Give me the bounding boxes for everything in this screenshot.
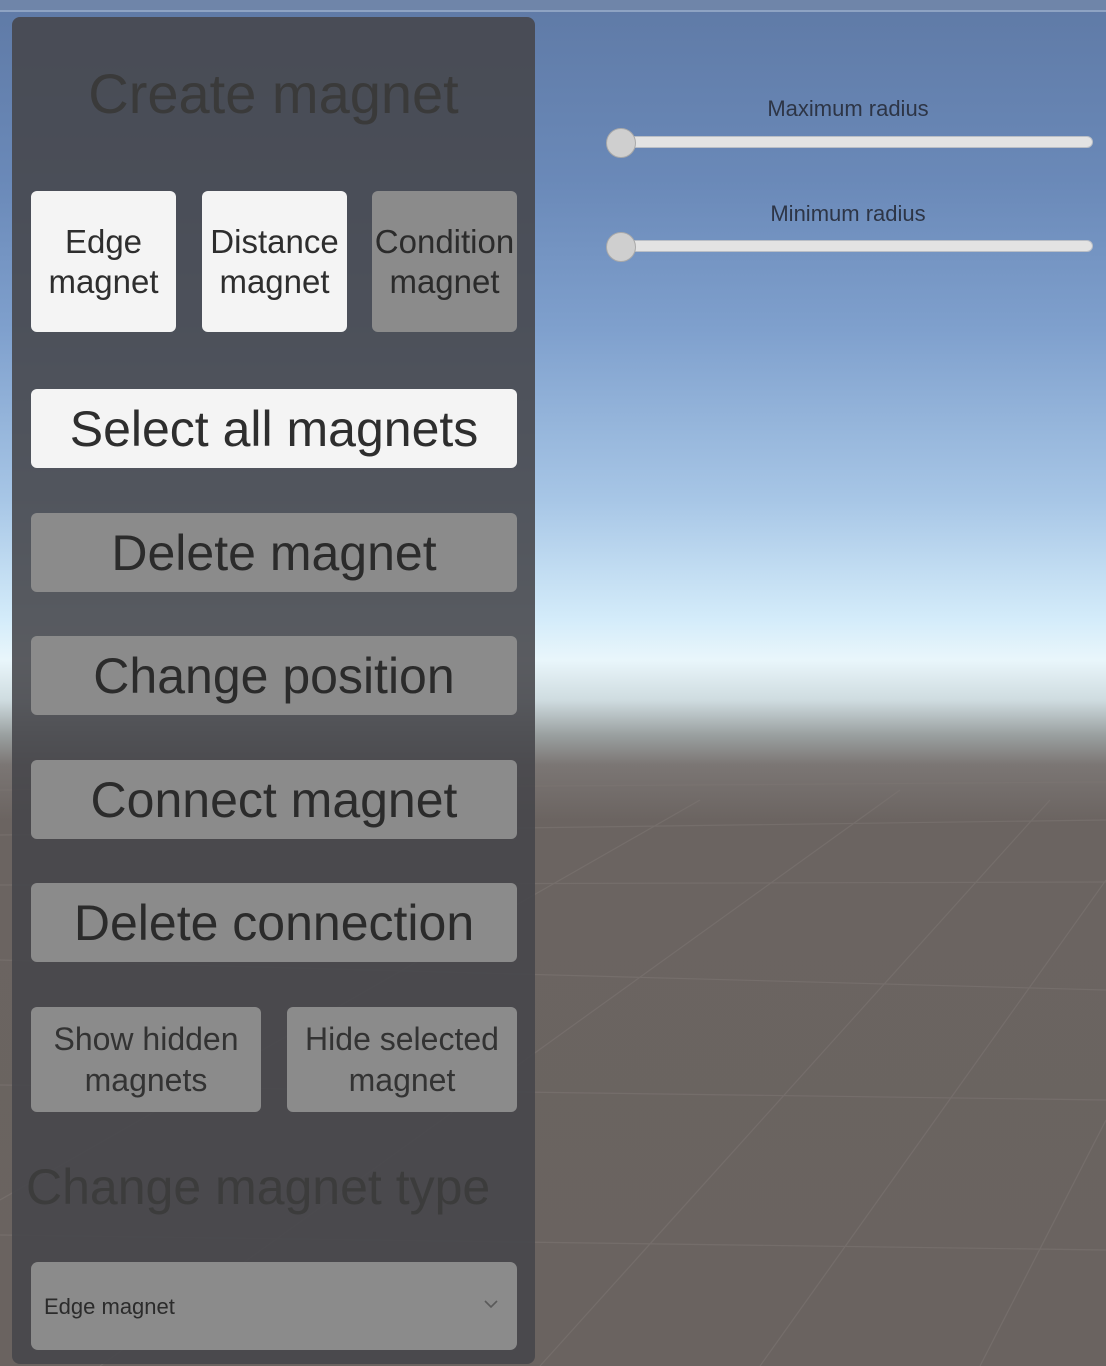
hide-selected-magnet-button[interactable]: Hide selected magnet (287, 1007, 517, 1112)
maximum-radius-label: Maximum radius (767, 96, 929, 121)
delete-connection-button[interactable]: Delete connection (31, 883, 517, 962)
show-hidden-magnets-button[interactable]: Show hidden magnets (31, 1007, 261, 1112)
magnet-type-dropdown[interactable]: Edge magnet (31, 1262, 517, 1350)
select-all-magnets-button[interactable]: Select all magnets (31, 389, 517, 468)
delete-magnet-button[interactable]: Delete magnet (31, 513, 517, 592)
create-magnet-title: Create magnet (88, 62, 459, 125)
dropdown-selected-value: Edge magnet (44, 1294, 175, 1319)
condition-magnet-button[interactable]: Condition magnet (372, 191, 517, 332)
chevron-down-icon (484, 1300, 498, 1309)
change-position-button[interactable]: Change position (31, 636, 517, 715)
minimum-radius-slider[interactable] (608, 240, 1093, 252)
edge-magnet-button[interactable]: Edge magnet (31, 191, 176, 332)
connect-magnet-button[interactable]: Connect magnet (31, 760, 517, 839)
maximum-radius-handle[interactable] (606, 128, 636, 158)
distance-magnet-button[interactable]: Distance magnet (202, 191, 347, 332)
maximum-radius-slider[interactable] (608, 136, 1093, 148)
minimum-radius-label: Minimum radius (770, 201, 926, 226)
change-magnet-type-title: Change magnet type (26, 1159, 491, 1215)
minimum-radius-handle[interactable] (606, 232, 636, 262)
